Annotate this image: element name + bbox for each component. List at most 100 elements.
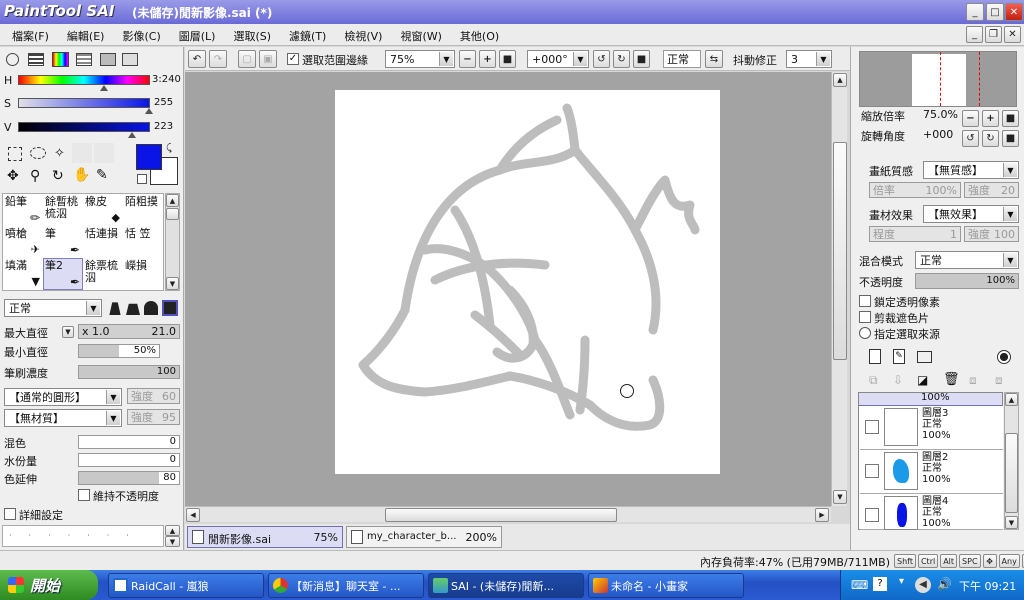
- tool-smudge[interactable]: 嶸損: [123, 258, 163, 290]
- layer-scroll-thumb[interactable]: [1005, 433, 1018, 513]
- menu-other[interactable]: 其他(O): [460, 28, 499, 44]
- nav-zoom-in-icon[interactable]: +: [982, 110, 999, 127]
- doc-close-button[interactable]: ✕: [1004, 26, 1021, 43]
- layer-scroll-down-icon[interactable]: ▼: [1005, 516, 1018, 529]
- hsv-slider-icon[interactable]: [52, 52, 69, 67]
- tool-airbrush[interactable]: 噴槍 ✈: [3, 226, 43, 258]
- nav-rotate-left-icon[interactable]: ↺: [962, 130, 979, 147]
- canvas-hscroll[interactable]: ◀ ▶: [185, 506, 831, 522]
- rect-select-icon[interactable]: [8, 147, 22, 161]
- menu-window[interactable]: 視窗(W): [400, 28, 441, 44]
- size-preset-down-icon[interactable]: ▼: [165, 536, 180, 547]
- rotate-reset-icon[interactable]: ■: [633, 50, 650, 68]
- tool-brush[interactable]: 筆 ✒: [43, 226, 83, 258]
- nav-rotate-reset-icon[interactable]: ■: [1002, 130, 1019, 147]
- layer-row-selected[interactable]: 100%: [859, 393, 1002, 406]
- brush-edge-soft-icon[interactable]: [144, 301, 158, 315]
- primary-color-swatch-front[interactable]: [136, 144, 162, 170]
- volume-icon[interactable]: 🔊: [937, 577, 952, 591]
- canvas-viewport[interactable]: [185, 72, 831, 506]
- layer-row[interactable]: 圖層3 正常 100%: [860, 406, 1003, 450]
- vscroll-up-icon[interactable]: ▲: [833, 73, 847, 87]
- scratchpad-icon[interactable]: [122, 53, 138, 66]
- canvas-vscroll[interactable]: ▲ ▼: [831, 72, 847, 506]
- tool-marker[interactable]: 恬 笠: [123, 226, 163, 258]
- magic-wand-icon[interactable]: ✧: [54, 146, 65, 161]
- menu-filter[interactable]: 濾鏡(T): [289, 28, 326, 44]
- max-size-multiplier-dropdown[interactable]: ▼: [62, 326, 74, 338]
- tool-blur[interactable]: 餘暫桃梳泅: [43, 194, 83, 226]
- tray-expand-icon[interactable]: ▾: [899, 576, 904, 587]
- taskbar-item-paint[interactable]: 未命名 - 小畫家: [588, 573, 744, 598]
- tab-document-2[interactable]: my_character_b... 200%: [346, 526, 502, 548]
- min-size-slider[interactable]: 50%: [78, 344, 160, 358]
- selection-edge-checkbox[interactable]: ✓: [287, 53, 299, 65]
- tab-document-1[interactable]: 閒新影像.sai 75%: [187, 526, 343, 548]
- new-linework-layer-icon[interactable]: ✎: [893, 349, 905, 364]
- undo-icon[interactable]: ↶: [188, 50, 206, 68]
- tool-pencil[interactable]: 鉛筆 ✏: [3, 194, 43, 226]
- color-wheel-icon[interactable]: [6, 53, 19, 66]
- swap-colors-icon[interactable]: ⤹: [166, 143, 172, 154]
- layer-row[interactable]: 圖層2 正常 100%: [860, 450, 1003, 494]
- zoom-out-icon[interactable]: −: [459, 50, 476, 68]
- scroll-down-icon[interactable]: ▼: [166, 277, 179, 290]
- taskbar-item-sai[interactable]: SAI - (未儲存)閒新...: [428, 573, 584, 598]
- paper-strength-field[interactable]: 強度 20: [964, 182, 1019, 198]
- tool-watercolor[interactable]: 恬連損: [83, 226, 123, 258]
- taskbar-item-chrome[interactable]: 【新消息】聊天室 - ...: [268, 573, 424, 598]
- reset-colors-icon[interactable]: [137, 174, 147, 184]
- doc-restore-button[interactable]: ❐: [985, 26, 1002, 43]
- hscroll-right-icon[interactable]: ▶: [815, 508, 829, 522]
- brush-edge-mid-icon[interactable]: [126, 303, 140, 315]
- tool-bucket[interactable]: 填滿 ▼: [3, 258, 43, 290]
- maximize-button[interactable]: □: [986, 3, 1004, 21]
- shape-strength-field[interactable]: 強度 60: [127, 388, 180, 404]
- rotate-right-icon[interactable]: ↻: [613, 50, 630, 68]
- brush-edge-square-icon[interactable]: [162, 300, 178, 316]
- zoom-in-icon[interactable]: +: [479, 50, 496, 68]
- hue-slider[interactable]: [18, 75, 150, 85]
- doc-minimize-button[interactable]: _: [966, 26, 983, 43]
- menu-view[interactable]: 檢視(V): [344, 28, 382, 44]
- help-icon[interactable]: ?: [873, 577, 887, 591]
- selection-source-radio[interactable]: [859, 327, 871, 339]
- rotate-icon[interactable]: ↻: [52, 168, 64, 184]
- menu-image[interactable]: 影像(C): [122, 28, 160, 44]
- paper-effect-dropdown[interactable]: 【無效果】 ▼: [923, 205, 1019, 223]
- merge-down-icon[interactable]: ⇩: [893, 373, 903, 387]
- paper-texture-dropdown[interactable]: 【無質感】 ▼: [923, 161, 1019, 179]
- water-slider[interactable]: 0: [78, 453, 180, 467]
- zoom-dropdown[interactable]: 75% ▼: [385, 50, 455, 68]
- keep-opacity-checkbox[interactable]: [78, 489, 90, 501]
- saturation-slider[interactable]: [18, 98, 150, 108]
- deselect-icon[interactable]: ▢: [238, 50, 256, 68]
- tool-select-pen[interactable]: 陌粗摸: [123, 194, 163, 226]
- minimize-button[interactable]: _: [966, 3, 984, 21]
- delete-layer-icon[interactable]: 🗑: [943, 372, 960, 387]
- invert-select-icon[interactable]: ▣: [259, 50, 277, 68]
- scroll-thumb[interactable]: [166, 208, 179, 220]
- layer-opacity-slider[interactable]: 100%: [915, 273, 1019, 289]
- canvas-paper[interactable]: [335, 90, 720, 474]
- clipping-mask-checkbox[interactable]: [859, 311, 871, 323]
- redo-icon[interactable]: ↷: [209, 50, 227, 68]
- keyboard-icon[interactable]: ⌨: [851, 578, 868, 592]
- brush-shape-dropdown[interactable]: 【通常的圓形】 ▼: [4, 388, 122, 406]
- layer-row[interactable]: 圖層4 正常 100%: [860, 494, 1003, 530]
- new-layer-icon[interactable]: [869, 349, 881, 364]
- hscroll-left-icon[interactable]: ◀: [186, 508, 200, 522]
- density-slider[interactable]: 100: [78, 365, 180, 379]
- merge-visible-icon[interactable]: ⧈: [969, 373, 977, 388]
- brush-mode-dropdown[interactable]: 正常 ▼: [4, 299, 102, 317]
- tool-eraser[interactable]: 橡皮 ◆: [83, 194, 123, 226]
- layer-visibility-toggle[interactable]: [865, 420, 879, 434]
- tool-grid-scrollbar[interactable]: ▲ ▼: [165, 193, 180, 291]
- flatten-icon[interactable]: ⧈: [995, 373, 1003, 388]
- blend-slider[interactable]: 0: [78, 435, 180, 449]
- navigator-preview[interactable]: [859, 51, 1017, 107]
- value-slider[interactable]: [18, 122, 150, 132]
- close-button[interactable]: ✕: [1005, 3, 1023, 21]
- layer-blend-dropdown[interactable]: 正常 ▼: [915, 251, 1019, 269]
- angle-dropdown[interactable]: +000° ▼: [527, 50, 589, 68]
